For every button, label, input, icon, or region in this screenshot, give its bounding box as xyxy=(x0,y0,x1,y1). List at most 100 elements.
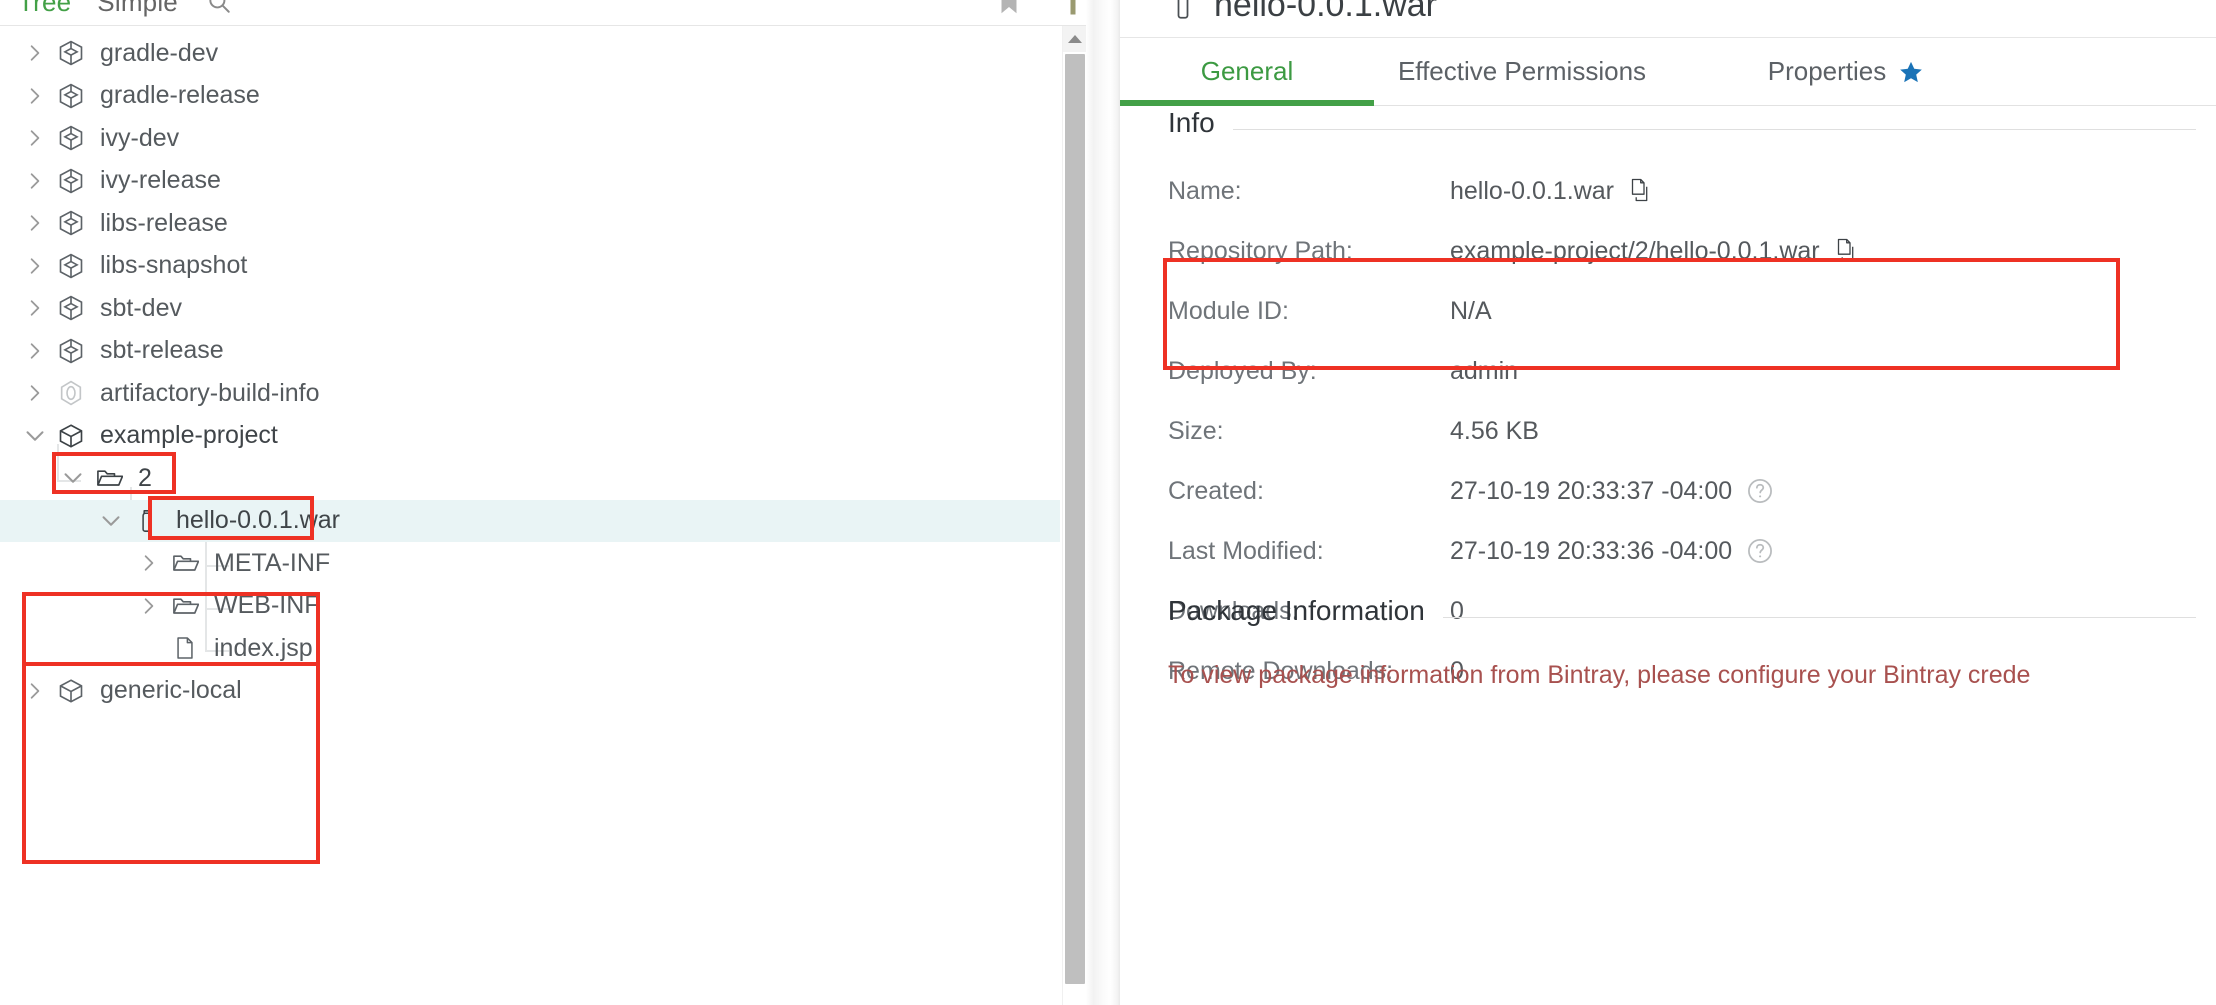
folder-icon xyxy=(166,592,204,620)
tab-properties[interactable]: Properties xyxy=(1716,56,1976,105)
tree-node-label: artifactory-build-info xyxy=(100,378,320,407)
tab-simple[interactable]: Simple xyxy=(97,0,178,15)
tree-node-label: sbt-dev xyxy=(100,293,182,322)
tree-row-folder-2[interactable]: 2 xyxy=(0,457,1060,500)
help-icon[interactable] xyxy=(1746,477,1774,505)
repository-box-icon xyxy=(52,422,90,450)
chevron-right-icon[interactable] xyxy=(18,87,52,105)
chevron-right-icon[interactable] xyxy=(18,257,52,275)
folder-icon xyxy=(166,549,204,577)
repository-cube-icon xyxy=(52,209,90,237)
tree-row[interactable]: libs-release xyxy=(0,202,1060,245)
tree-node-label: ivy-dev xyxy=(100,123,180,152)
tree-node-label: sbt-release xyxy=(100,336,224,365)
tree-node-label: WEB-INF xyxy=(214,591,320,620)
help-icon[interactable] xyxy=(1746,537,1774,565)
info-value-text: 27-10-19 20:33:36 -04:00 xyxy=(1450,536,1733,565)
tree-row[interactable]: ivy-release xyxy=(0,160,1060,203)
tab-general[interactable]: General xyxy=(1120,56,1374,106)
tab-general-label: General xyxy=(1200,56,1294,86)
info-row-deployed-by: Deployed By: admin xyxy=(1168,341,2216,401)
archive-jar-icon xyxy=(1168,0,1198,21)
tab-effective-permissions-label: Effective Permissions xyxy=(1397,56,1647,86)
info-label: Created: xyxy=(1168,476,1264,505)
repository-cube-icon xyxy=(52,337,90,365)
tree-node-label: gradle-release xyxy=(100,81,260,110)
bookmark-icon[interactable] xyxy=(994,0,1024,17)
tree-row[interactable]: artifactory-build-info xyxy=(0,372,1060,415)
chevron-right-icon[interactable] xyxy=(18,682,52,700)
bintray-credentials-note: To view package information from Bintray… xyxy=(1168,661,2031,689)
info-section-header: Info xyxy=(1120,107,2216,139)
info-value-text: hello-0.0.1.war xyxy=(1450,176,1614,205)
chevron-right-icon[interactable] xyxy=(18,384,52,402)
chevron-down-icon[interactable] xyxy=(56,468,90,488)
info-value: 27-10-19 20:33:36 -04:00 xyxy=(1450,537,1774,566)
chevron-down-icon[interactable] xyxy=(18,426,52,446)
info-label: Name: xyxy=(1168,176,1242,205)
details-body: Info Name: hello-0.0.1.war Repository Pa… xyxy=(1120,107,2216,1005)
copy-icon[interactable] xyxy=(1628,178,1652,204)
tree-node-label: index.jsp xyxy=(214,633,313,662)
info-value: example-project/2/hello-0.0.1.war xyxy=(1450,237,1858,266)
repository-tree: gradle-dev gradle-release ivy-dev ivy-re… xyxy=(0,26,1060,712)
tab-effective-permissions[interactable]: Effective Permissions xyxy=(1374,56,1670,105)
chevron-right-icon[interactable] xyxy=(18,129,52,147)
chevron-right-icon[interactable] xyxy=(18,342,52,360)
file-icon xyxy=(166,635,204,661)
chevron-down-icon[interactable] xyxy=(94,511,128,531)
info-row-repository-path: Repository Path: example-project/2/hello… xyxy=(1168,221,2216,281)
info-label: Deployed By: xyxy=(1168,356,1317,385)
tree-scrollbar[interactable] xyxy=(1062,26,1086,1005)
info-value-text: admin xyxy=(1450,356,1519,385)
chevron-right-icon[interactable] xyxy=(132,554,166,572)
tree-row-generic-local[interactable]: generic-local xyxy=(0,670,1060,713)
more-icon[interactable] xyxy=(1068,0,1078,17)
tree-row-meta-inf[interactable]: META-INF xyxy=(0,542,1060,585)
info-value: hello-0.0.1.war xyxy=(1450,177,1652,206)
tree-row[interactable]: sbt-release xyxy=(0,330,1060,373)
chevron-right-icon[interactable] xyxy=(18,214,52,232)
chevron-right-icon[interactable] xyxy=(18,44,52,62)
panel-splitter[interactable] xyxy=(1086,0,1120,1005)
info-value: 4.56 KB xyxy=(1450,417,1539,446)
archive-jar-icon xyxy=(128,508,166,534)
tree-row-index-jsp[interactable]: index.jsp xyxy=(0,627,1060,670)
tree-row-hello-war[interactable]: hello-0.0.1.war xyxy=(0,499,1060,542)
chevron-right-icon[interactable] xyxy=(18,172,52,190)
tree-row[interactable]: gradle-release xyxy=(0,75,1060,118)
info-label: Module ID: xyxy=(1168,296,1289,325)
repository-cube-icon xyxy=(52,294,90,322)
info-row-name: Name: hello-0.0.1.war xyxy=(1168,161,2216,221)
package-information-heading: Package Information xyxy=(1168,595,1425,626)
tab-properties-label: Properties xyxy=(1767,56,1887,86)
tree-row[interactable]: ivy-dev xyxy=(0,117,1060,160)
chevron-right-icon[interactable] xyxy=(18,299,52,317)
tree-node-label: META-INF xyxy=(214,548,331,577)
tab-tree[interactable]: Tree xyxy=(18,0,71,15)
scrollbar-thumb[interactable] xyxy=(1065,54,1085,984)
repository-cube-icon xyxy=(52,167,90,195)
tree-node-label: example-project xyxy=(100,421,278,450)
tree-row-web-inf[interactable]: WEB-INF xyxy=(0,585,1060,628)
folder-icon xyxy=(90,464,128,492)
repository-cube-icon xyxy=(52,39,90,67)
chevron-right-icon[interactable] xyxy=(132,597,166,615)
tree-scroll-area[interactable]: gradle-dev gradle-release ivy-dev ivy-re… xyxy=(0,26,1060,1005)
section-divider xyxy=(1232,128,2196,130)
tree-row[interactable]: libs-snapshot xyxy=(0,245,1060,288)
artifact-details-panel: hello-0.0.1.war General Effective Permis… xyxy=(1120,0,2216,1005)
page-title: hello-0.0.1.war xyxy=(1214,0,1438,24)
build-info-repo-icon xyxy=(52,379,90,407)
tree-row[interactable]: gradle-dev xyxy=(0,32,1060,75)
repository-tree-panel: Tree Simple gradle-dev gradle-release iv… xyxy=(0,0,1086,1005)
scroll-up-arrow-icon[interactable] xyxy=(1063,26,1086,52)
tree-node-label: gradle-dev xyxy=(100,38,219,67)
tree-row-example-project[interactable]: example-project xyxy=(0,415,1060,458)
search-icon[interactable] xyxy=(206,0,232,15)
copy-icon[interactable] xyxy=(1834,238,1858,264)
tree-node-label: 2 xyxy=(138,463,152,492)
info-label: Size: xyxy=(1168,416,1224,445)
info-value: 27-10-19 20:33:37 -04:00 xyxy=(1450,477,1774,506)
tree-row[interactable]: sbt-dev xyxy=(0,287,1060,330)
